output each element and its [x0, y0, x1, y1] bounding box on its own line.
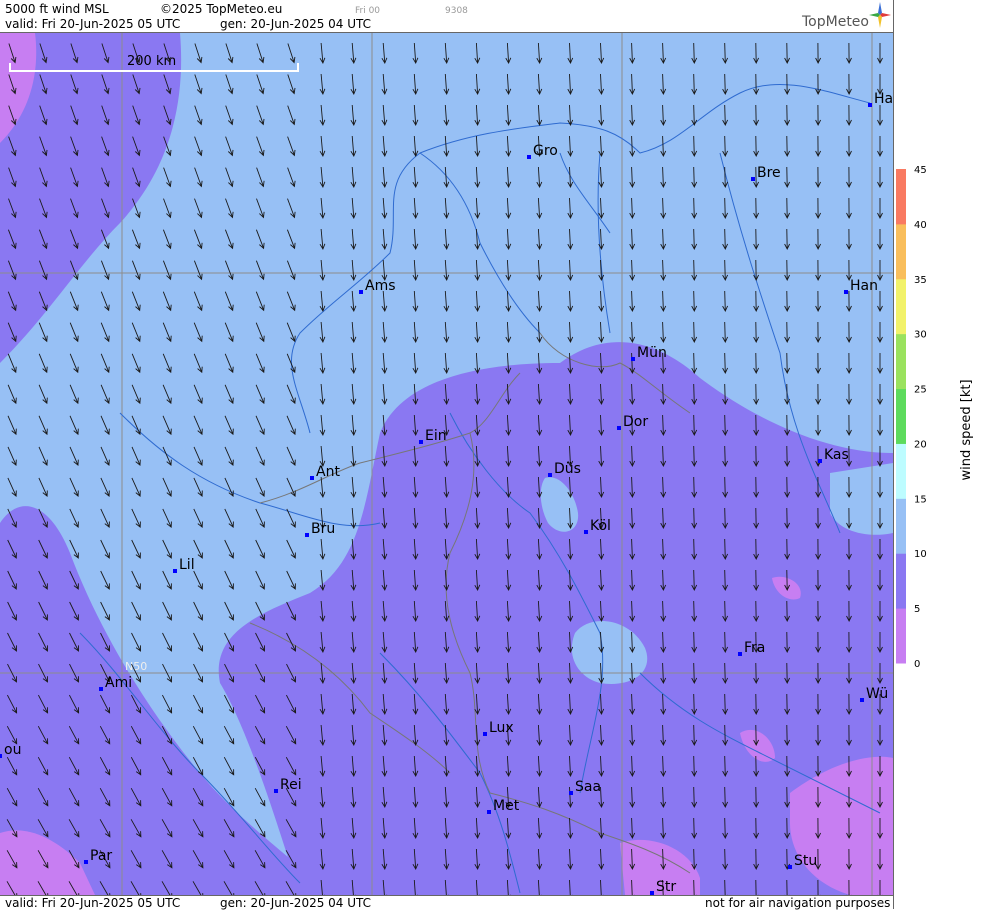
copyright: ©2025 TopMeteo.eu	[160, 2, 283, 16]
legend-tick-label: 25	[914, 385, 927, 396]
city-label: Köl	[590, 518, 611, 534]
city-marker[interactable]	[548, 473, 552, 477]
city-marker[interactable]	[483, 732, 487, 736]
compass-logo-icon	[869, 2, 891, 28]
legend-swatch-20-25	[896, 388, 906, 444]
legend-colorbar: 45 40 35 30 25 20 15 10 5 0 wind speed [kt]	[896, 165, 974, 670]
city-label: Fra	[744, 640, 765, 656]
footer-valid-time: valid: Fri 20-Jun-2025 05 UTC	[5, 896, 181, 910]
city-marker[interactable]	[788, 865, 792, 869]
city-marker[interactable]	[173, 569, 177, 573]
city-label: Bru	[311, 521, 335, 537]
city-label: Rei	[280, 777, 302, 793]
city-marker[interactable]	[751, 177, 755, 181]
legend-tick-label: 20	[914, 439, 927, 450]
city-marker[interactable]	[310, 476, 314, 480]
city-label: Str	[656, 879, 676, 895]
legend-swatch-30-35	[896, 278, 906, 335]
city-label: Ein	[425, 428, 447, 444]
legend-swatch-15-20	[896, 443, 906, 499]
generated-time: gen: 20-Jun-2025 04 UTC	[220, 17, 372, 31]
footer-generated-time: gen: 20-Jun-2025 04 UTC	[220, 896, 372, 910]
city-label: Par	[90, 848, 112, 864]
wind-map[interactable]: N50 200 km GroBreHaHanAmsMünDorEinDüsKas…	[0, 33, 893, 895]
city-marker[interactable]	[0, 754, 2, 758]
city-marker[interactable]	[860, 698, 864, 702]
product-title: 5000 ft wind MSL	[5, 2, 109, 16]
legend-tick-label: 30	[914, 330, 927, 341]
map-header: 5000 ft wind MSL ©2025 TopMeteo.eu Fri 0…	[0, 0, 893, 33]
city-label: Bre	[757, 165, 781, 181]
city-label: Han	[850, 278, 878, 294]
legend-tick-label: 35	[914, 275, 927, 286]
city-marker[interactable]	[738, 652, 742, 656]
legend-tick-label: 40	[914, 220, 927, 231]
city-label: Lux	[489, 720, 514, 736]
city-marker[interactable]	[584, 530, 588, 534]
legend-tick-label: 10	[914, 549, 927, 560]
city-marker[interactable]	[359, 290, 363, 294]
city-marker[interactable]	[84, 860, 88, 864]
faint-code-label: 9308	[445, 6, 468, 16]
wind-speed-legend: 45 40 35 30 25 20 15 10 5 0 wind speed [kt]	[893, 0, 983, 909]
legend-tick-label: 15	[914, 494, 927, 505]
disclaimer: not for air navigation purposes	[705, 896, 891, 910]
city-label: Kas	[824, 447, 849, 463]
legend-title: wind speed [kt]	[959, 379, 974, 480]
legend-tick-label: 45	[914, 165, 927, 176]
valid-time: valid: Fri 20-Jun-2025 05 UTC	[5, 17, 181, 31]
city-marker[interactable]	[487, 810, 491, 814]
city-label: Dor	[623, 414, 648, 430]
legend-swatch-5-10	[896, 553, 906, 609]
city-label: Saa	[575, 779, 601, 795]
topmeteo-logo-text: TopMeteo	[802, 14, 869, 30]
map-footer: valid: Fri 20-Jun-2025 05 UTC gen: 20-Ju…	[0, 895, 893, 910]
city-marker[interactable]	[99, 687, 103, 691]
city-marker[interactable]	[617, 426, 621, 430]
legend-swatch-0-5	[896, 608, 906, 664]
city-label: Met	[493, 798, 520, 814]
legend-tick-label: 0	[914, 659, 920, 670]
legend-swatch-25-30	[896, 333, 906, 390]
city-label: Ams	[365, 278, 396, 294]
city-marker[interactable]	[305, 533, 309, 537]
city-marker[interactable]	[527, 155, 531, 159]
latitude-label: N50	[125, 660, 147, 673]
city-marker[interactable]	[631, 357, 635, 361]
faint-day-label: Fri 00	[355, 6, 381, 16]
city-label: Düs	[554, 461, 581, 477]
city-label: Ami	[105, 675, 132, 691]
legend-swatch-35-40	[896, 223, 906, 280]
city-marker[interactable]	[844, 290, 848, 294]
city-marker[interactable]	[868, 103, 872, 107]
legend-swatch-40-45	[896, 169, 906, 225]
city-label: Wü	[866, 686, 888, 702]
wind-zone-hole-3	[830, 463, 893, 535]
city-label: Ha	[874, 91, 893, 107]
city-label: Mün	[637, 345, 667, 361]
city-label: Gro	[533, 143, 558, 159]
city-marker[interactable]	[569, 791, 573, 795]
city-label: Ant	[316, 464, 340, 480]
city-marker[interactable]	[274, 789, 278, 793]
city-label: Stu	[794, 853, 817, 869]
city-label: Lil	[179, 557, 195, 573]
legend-swatch-10-15	[896, 498, 906, 554]
legend-tick-label: 5	[914, 604, 920, 615]
city-marker[interactable]	[818, 459, 822, 463]
city-marker[interactable]	[419, 440, 423, 444]
city-label: ou	[4, 742, 21, 758]
